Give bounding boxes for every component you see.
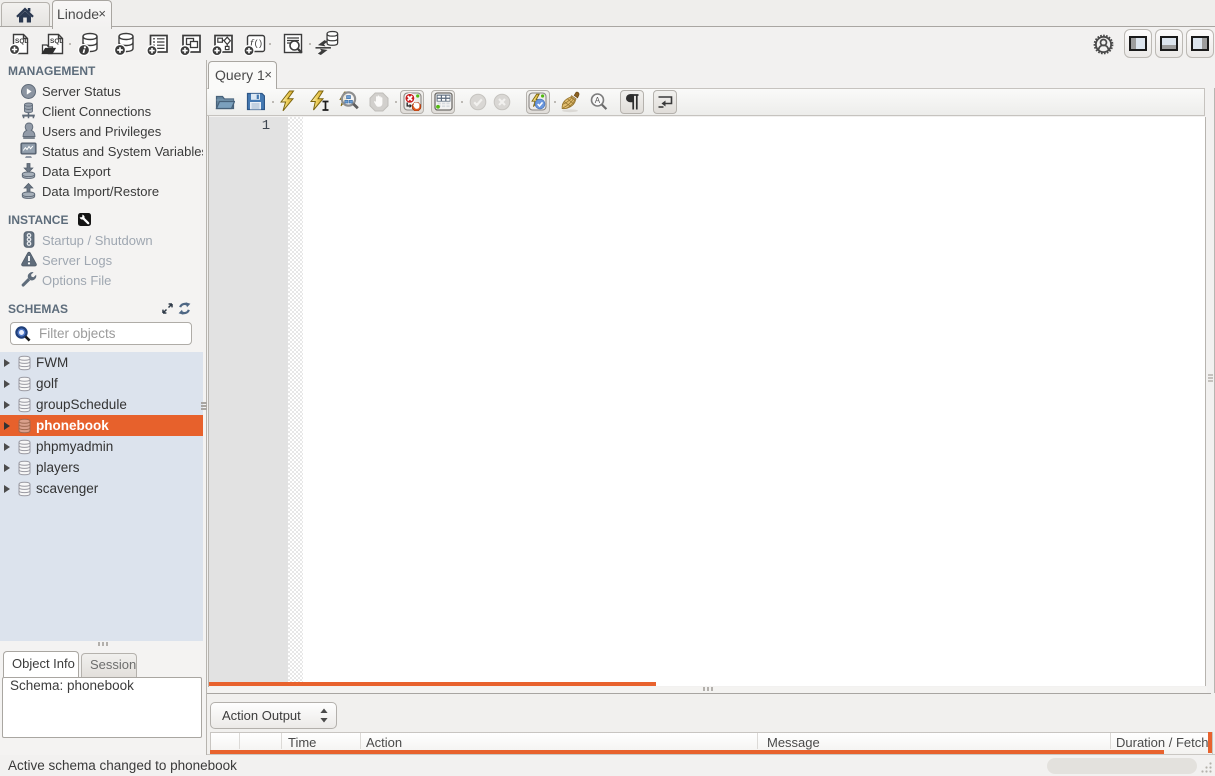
svg-text:): ) <box>259 38 262 49</box>
svg-text:SQL: SQL <box>50 38 63 45</box>
svg-text:SQL: SQL <box>15 38 28 45</box>
svg-text:A: A <box>595 96 601 105</box>
